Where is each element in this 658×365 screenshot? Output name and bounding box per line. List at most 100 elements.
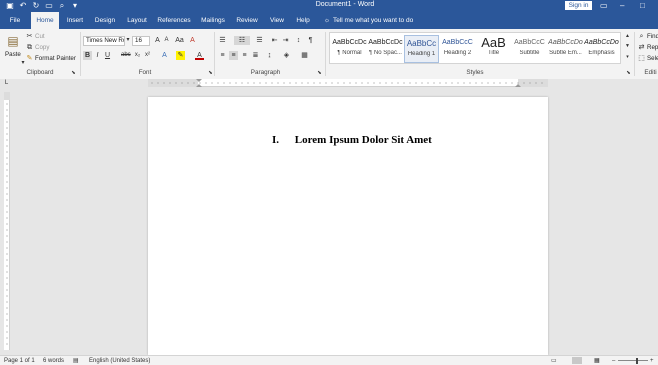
highlight-icon[interactable]: ✎ [176,51,185,60]
change-case-icon[interactable]: Aa [175,36,184,45]
sort-icon[interactable]: ↕ [294,36,303,45]
replace-icon[interactable]: ⇄ [637,43,646,52]
borders-icon[interactable]: ▦ [300,51,309,60]
font-color-icon[interactable]: A [195,51,204,60]
shrink-font-icon[interactable]: A [162,36,171,45]
styles-launcher-icon[interactable]: ⬊ [624,69,633,78]
format-painter-button[interactable]: Format Painter [35,54,76,63]
tab-file[interactable]: File [4,12,26,29]
tab-help[interactable]: Help [292,12,314,29]
ribbon-display-options-icon[interactable]: ▭ [600,1,608,10]
zoom-slider[interactable] [618,360,648,361]
format-painter-icon[interactable]: ✎ [25,54,34,63]
style-preview: AaBbCcDo [584,39,619,46]
clipboard-launcher-icon[interactable]: ⬊ [69,69,78,78]
font-size-combo[interactable]: 16 [132,36,150,46]
customize-toolbar-icon[interactable]: ▾ [71,2,79,10]
copy-icon[interactable]: ⧉ [25,43,34,52]
decrease-indent-icon[interactable]: ⇤ [270,36,279,45]
style-subtitle[interactable]: AaBbCcC Subtitle [512,35,547,63]
strikethrough-icon[interactable]: abc [121,51,131,60]
cut-icon[interactable]: ✂ [25,32,34,41]
document-heading[interactable]: I. Lorem Ipsum Dolor Sit Amet [272,134,432,146]
underline-icon[interactable]: U [103,51,112,60]
page-count[interactable]: Page 1 of 1 [4,357,35,365]
tab-view[interactable]: View [265,12,289,29]
style-no-spacing[interactable]: AaBbCcDc ¶ No Spac... [368,35,403,63]
select-button[interactable]: Sele [647,54,658,63]
tab-insert[interactable]: Insert [62,12,88,29]
clear-formatting-icon[interactable]: A [188,36,197,45]
font-name-combo[interactable]: Times New Ro [83,36,125,46]
tab-references[interactable]: References [154,12,194,29]
tab-selector-icon[interactable]: L [2,79,11,88]
style-emphasis[interactable]: AaBbCcDo Emphasis [584,35,619,63]
styles-group-label: Styles [466,69,484,76]
style-heading-2[interactable]: AaBbCcC Heading 2 [440,35,475,63]
tab-review[interactable]: Review [233,12,261,29]
subscript-icon[interactable]: x₂ [133,51,142,60]
multilevel-list-icon[interactable]: ☰ [255,36,264,45]
styles-scroll-up-icon[interactable]: ▲ [623,32,632,41]
align-center-icon[interactable]: ≡ [229,51,238,60]
zoom-in-icon[interactable]: + [650,357,654,365]
horizontal-ruler[interactable] [148,79,548,87]
style-normal[interactable]: AaBbCcDc ¶ Normal [332,35,367,63]
shading-icon[interactable]: ◈ [282,51,291,60]
focus-mode-icon[interactable]: ▭ [551,357,557,365]
styles-scroll-down-icon[interactable]: ▼ [623,42,632,51]
sign-in-button[interactable]: Sign in [565,1,592,10]
cut-button[interactable]: Cut [35,32,45,41]
bullets-icon[interactable]: ☰ [218,36,227,45]
bold-icon[interactable]: B [83,51,92,60]
print-preview-icon[interactable]: ⌕ [58,2,66,10]
undo-icon[interactable]: ↶ [19,2,27,10]
paste-icon[interactable]: ▤ [6,33,20,49]
increase-indent-icon[interactable]: ⇥ [281,36,290,45]
style-title[interactable]: AaB Title [476,35,511,63]
style-name: Heading 1 [407,51,436,57]
new-document-icon[interactable]: ▭ [45,2,53,10]
justify-icon[interactable]: ≣ [251,51,260,60]
paragraph-launcher-icon[interactable]: ⬊ [315,69,324,78]
language-indicator[interactable]: English (United States) [89,357,150,365]
select-icon[interactable]: ⬚ [637,54,646,63]
proofing-icon[interactable]: ▤ [73,357,79,365]
zoom-out-icon[interactable]: – [612,357,615,365]
show-formatting-icon[interactable]: ¶ [306,36,315,45]
heading-text: Lorem Ipsum Dolor Sit Amet [294,134,432,146]
quick-access-toolbar: ▣ ↶ ↻ ▭ ⌕ ▾ [6,2,79,10]
style-subtle-emphasis[interactable]: AaBbCcDo Subtle Em... [548,35,583,63]
font-name-dropdown-icon[interactable]: ▾ [125,36,131,45]
web-layout-icon[interactable]: ▦ [594,357,600,365]
tab-design[interactable]: Design [91,12,119,29]
word-count[interactable]: 6 words [43,357,64,365]
document-page[interactable]: I. Lorem Ipsum Dolor Sit Amet [148,97,548,355]
find-icon[interactable]: ⌕ [637,32,646,41]
replace-button[interactable]: Repl [647,43,658,52]
tab-layout[interactable]: Layout [123,12,151,29]
styles-more-icon[interactable]: ▾ [623,53,632,62]
redo-icon[interactable]: ↻ [32,2,40,10]
grow-font-icon[interactable]: A [153,36,162,45]
tab-mailings[interactable]: Mailings [197,12,229,29]
find-button[interactable]: Find [647,32,658,41]
copy-button[interactable]: Copy [35,43,50,52]
superscript-icon[interactable]: x² [143,51,152,60]
align-left-icon[interactable]: ≡ [218,51,227,60]
maximize-icon[interactable]: □ [640,1,645,10]
save-icon[interactable]: ▣ [6,2,14,10]
minimize-icon[interactable]: – [620,1,624,10]
zoom-slider-thumb[interactable] [636,358,638,364]
italic-icon[interactable]: I [93,51,102,60]
tab-home[interactable]: Home [31,12,59,29]
print-layout-icon[interactable] [572,357,582,364]
tell-me-search[interactable]: Tell me what you want to do [333,12,423,29]
style-heading-1[interactable]: AaBbCc Heading 1 [404,35,439,63]
align-right-icon[interactable]: ≡ [240,51,249,60]
vertical-ruler[interactable] [4,92,10,350]
text-effects-icon[interactable]: A [160,51,169,60]
numbering-icon[interactable]: ☷ [234,36,250,45]
line-spacing-icon[interactable]: ↨ [265,51,274,60]
paste-button[interactable]: Paste [5,50,21,59]
